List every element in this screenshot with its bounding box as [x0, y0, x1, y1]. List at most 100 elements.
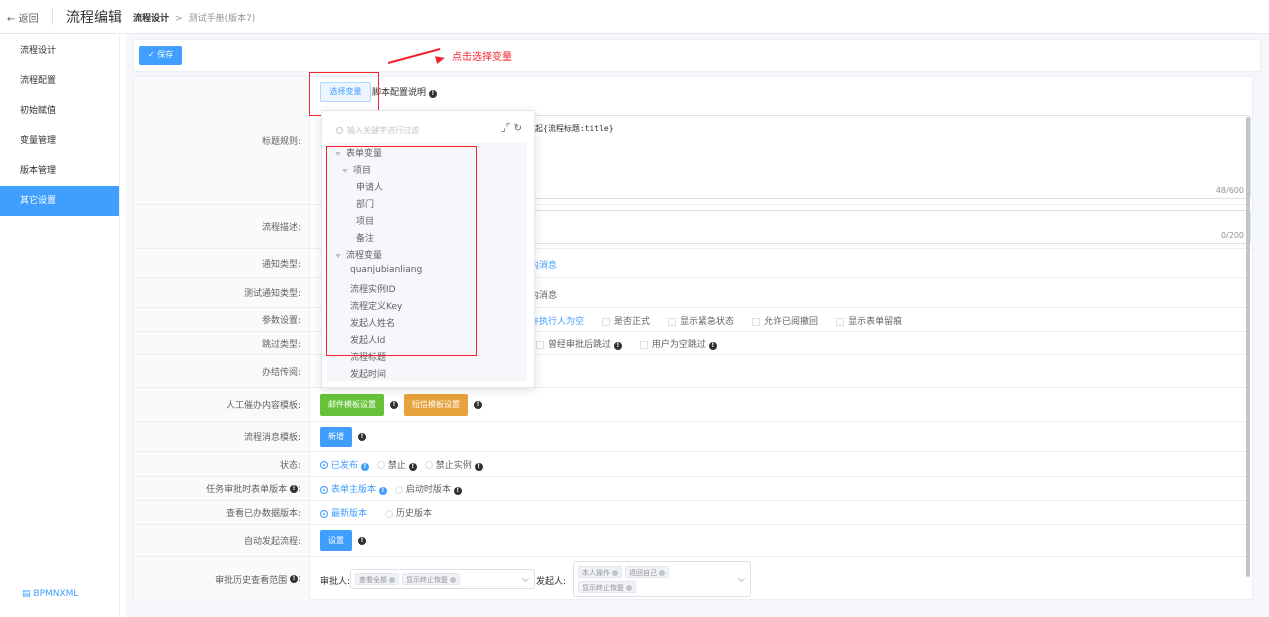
status-label: 状态:	[134, 452, 310, 476]
radio-icon	[385, 509, 394, 518]
file-icon: ▤	[22, 589, 31, 599]
skip-user-empty-checkbox[interactable]: 用户为空跳过 !	[639, 337, 717, 350]
param-revoke-checkbox[interactable]: 允许已阅撤回	[752, 314, 818, 327]
row-urge-template: 人工催办内容模板: 邮件模板设置 ! 短信模板设置 !	[134, 388, 1254, 422]
close-icon[interactable]	[659, 570, 665, 576]
refresh-icon[interactable]: ↻	[514, 123, 522, 134]
row-skip-type: 跳过类型: 曾经审批后跳过 ! 用户为空跳过 !	[134, 332, 1254, 355]
param-formal-label: 是否正式	[614, 317, 651, 327]
radio-checked-icon	[320, 485, 328, 494]
params-label: 参数设置:	[134, 308, 310, 331]
description-textarea[interactable]: 0/200	[530, 210, 1251, 244]
sidebar-item-other-settings[interactable]: 其它设置	[0, 186, 119, 216]
search-placeholder: 输入关键字进行过滤	[347, 126, 419, 135]
form-start-version-label: 启动时版本	[405, 485, 451, 495]
highlight-box-tree	[326, 146, 477, 356]
info-icon: !	[378, 487, 387, 495]
toolbar: ✓ 保存	[133, 39, 1261, 72]
bpmn-xml-link[interactable]: ▤ BPMNXML	[22, 589, 78, 599]
param-trace-label: 显示表单留痕	[848, 317, 903, 327]
settings-form: 标题规则: 起{流程标题:title} 48/600 脚本配置说明 ! 流程描述…	[133, 76, 1254, 601]
checkbox-icon	[536, 340, 544, 349]
form-start-version-radio[interactable]: 启动时版本 !	[394, 482, 462, 495]
approver-select[interactable]: 查看全部 显示终止恢复	[350, 569, 535, 589]
close-icon[interactable]	[389, 577, 395, 583]
param-executor-empty[interactable]: 许执行人为空	[530, 314, 584, 327]
info-icon: !	[408, 462, 417, 471]
breadcrumb-current: 测试手册(版本7)	[188, 14, 256, 24]
sidebar: 流程设计 流程配置 初始赋值 变量管理 版本管理 其它设置 ▤ BPMNXML	[0, 34, 120, 617]
form-version-text: 任务审批时表单版本	[206, 485, 288, 495]
tag-label: 本人操作	[582, 569, 610, 577]
email-template-button[interactable]: 邮件模板设置	[320, 393, 384, 416]
breadcrumb-root[interactable]: 流程设计	[133, 14, 169, 24]
tag-label: 显示终止恢复	[582, 584, 624, 592]
starter-select[interactable]: 本人操作 退回自己显示终止恢复	[573, 561, 751, 597]
check-icon: ✓	[148, 50, 155, 59]
checkbox-icon	[668, 317, 677, 326]
row-form-version: 任务审批时表单版本 !: 表单主版本 ! 启动时版本 !	[134, 477, 1254, 501]
sidebar-item-initial-values[interactable]: 初始赋值	[0, 96, 119, 126]
tree-leaf[interactable]: 发起时间	[350, 367, 386, 380]
bpmn-label: BPMNXML	[33, 589, 79, 599]
circulate-label: 办结传阅:	[134, 355, 310, 387]
sms-template-button[interactable]: 短信模板设置	[404, 393, 468, 416]
checkbox-icon	[836, 317, 845, 326]
param-urgent-label: 显示紧急状态	[680, 317, 735, 327]
annotation-text: 点击选择变量	[452, 52, 512, 63]
skip-approved-checkbox[interactable]: 曾经审批后跳过 !	[536, 337, 622, 350]
sidebar-item-process-config[interactable]: 流程配置	[0, 66, 119, 96]
info-icon: !	[360, 462, 369, 471]
status-disabled-instance-label: 禁止实例	[435, 460, 472, 471]
param-trace-checkbox[interactable]: 显示表单留痕	[836, 314, 902, 327]
param-formal-checkbox[interactable]: 是否正式	[602, 314, 650, 327]
radio-icon	[394, 485, 403, 494]
sidebar-item-process-design[interactable]: 流程设计	[0, 36, 119, 66]
auto-start-settings-button[interactable]: 设置	[320, 530, 352, 551]
info-icon: !	[453, 487, 462, 495]
tag: 显示终止恢复	[402, 573, 460, 585]
info-icon: !	[708, 342, 717, 350]
close-icon[interactable]	[450, 577, 456, 583]
radio-checked-icon	[320, 461, 328, 469]
variable-search-input[interactable]: 输入关键字进行过滤	[336, 125, 419, 136]
close-icon[interactable]	[626, 585, 632, 591]
add-message-template-button[interactable]: 新增	[320, 426, 352, 447]
form-version-label: 任务审批时表单版本 !:	[134, 477, 310, 500]
tag: 退回自己	[625, 566, 669, 578]
back-button[interactable]: ← 返回	[7, 10, 39, 25]
chevron-down-icon	[521, 574, 530, 583]
title-rule-textarea[interactable]: 起{流程标题:title} 48/600	[530, 115, 1251, 199]
arrow-left-icon: ←	[7, 14, 16, 25]
latest-version-label: 最新版本	[331, 509, 368, 519]
history-version-label: 历史版本	[396, 509, 433, 519]
form-main-version-radio[interactable]: 表单主版本 !	[320, 482, 387, 495]
tag: 本人操作	[578, 566, 622, 578]
status-disabled-instance-radio[interactable]: 禁止实例 !	[424, 458, 483, 471]
history-version-radio[interactable]: 历史版本	[385, 506, 432, 519]
info-icon: !	[474, 462, 483, 471]
sidebar-item-variables[interactable]: 变量管理	[0, 126, 119, 156]
status-published-radio[interactable]: 已发布 !	[320, 458, 369, 471]
search-icon	[336, 127, 343, 134]
script-help[interactable]: 脚本配置说明 !	[372, 85, 437, 98]
row-status: 状态: 已发布 ! 禁止 ! 禁止实例 !	[134, 452, 1254, 477]
save-button[interactable]: ✓ 保存	[139, 46, 183, 65]
message-template-label: 流程消息模板:	[134, 422, 310, 451]
row-history-range: 审批历史查看范围 !: 审批人: 查看全部 显示终止恢复 发起人: 本人操作 退回自…	[134, 557, 1254, 601]
radio-checked-icon	[320, 509, 328, 518]
latest-version-radio[interactable]: 最新版本	[320, 506, 367, 519]
row-notify-type: 通知类型: 内消息	[134, 249, 1254, 278]
chevron-down-icon	[737, 574, 746, 583]
scrollbar[interactable]	[1246, 117, 1250, 577]
row-auto-start: 自动发起流程: 设置 !	[134, 525, 1254, 557]
status-disabled-label: 禁止	[387, 460, 406, 471]
param-urgent-checkbox[interactable]: 显示紧急状态	[668, 314, 734, 327]
info-icon: !	[613, 342, 622, 350]
main-area: ✓ 保存 标题规则: 起{流程标题:title} 48/600 脚本配置说明 !…	[126, 34, 1269, 617]
status-disabled-radio[interactable]: 禁止 !	[376, 458, 417, 471]
tag-label: 退回自己	[629, 569, 657, 577]
collapse-icon[interactable]: ⌟⌜	[501, 123, 510, 134]
close-icon[interactable]	[612, 570, 618, 576]
sidebar-item-versions[interactable]: 版本管理	[0, 156, 119, 186]
